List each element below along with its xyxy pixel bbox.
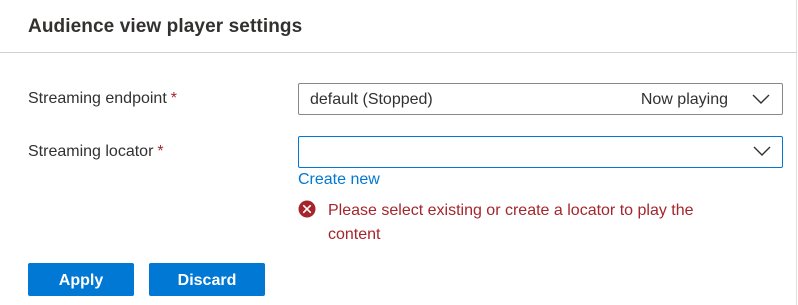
streaming-endpoint-dropdown[interactable]: default (Stopped) Now playing	[298, 83, 783, 115]
streaming-locator-dropdown[interactable]	[298, 136, 783, 168]
required-marker: *	[157, 143, 164, 160]
panel-header: Audience view player settings	[0, 0, 797, 53]
streaming-endpoint-label: Streaming endpoint *	[28, 90, 177, 108]
now-playing-label: Now playing	[640, 91, 728, 108]
create-new-link[interactable]: Create new	[298, 171, 380, 189]
streaming-locator-label: Streaming locator *	[28, 143, 164, 161]
chevron-down-icon	[752, 93, 770, 105]
page-title: Audience view player settings	[28, 16, 303, 37]
validation-error-message: Please select existing or create a locat…	[328, 202, 694, 243]
chevron-down-icon	[753, 145, 771, 157]
discard-button[interactable]: Discard	[149, 263, 265, 296]
apply-button[interactable]: Apply	[28, 263, 134, 296]
streaming-endpoint-value: default (Stopped)	[310, 91, 433, 108]
streaming-endpoint-label-text: Streaming endpoint	[28, 90, 167, 107]
settings-panel: Audience view player settings Streaming …	[0, 0, 797, 305]
streaming-locator-label-text: Streaming locator	[28, 143, 154, 160]
error-circle-icon	[298, 200, 316, 218]
required-marker: *	[170, 90, 177, 107]
